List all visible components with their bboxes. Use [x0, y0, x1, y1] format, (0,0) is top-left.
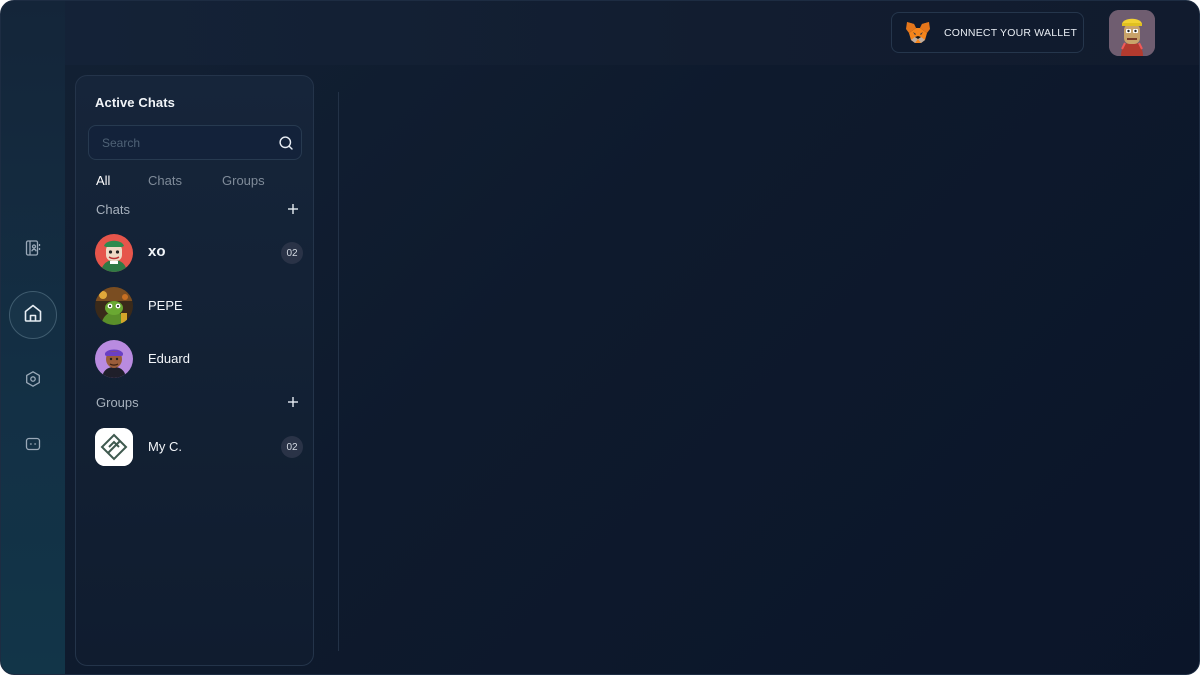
nav-messages-button[interactable]	[18, 431, 48, 461]
avatar	[95, 234, 133, 272]
chat-name: xo	[148, 243, 166, 260]
group-logo-icon	[95, 428, 133, 466]
add-chat-button[interactable]	[284, 200, 302, 218]
contacts-book-icon	[24, 239, 42, 262]
profile-avatar[interactable]	[1109, 10, 1155, 56]
search-input[interactable]	[102, 135, 272, 151]
chat-item-pepe[interactable]: PEPE	[95, 286, 303, 326]
panel-title: Active Chats	[95, 95, 175, 110]
panel-divider	[338, 92, 339, 651]
app-window: CONNECT YOUR WALLET Active Chats Search …	[0, 0, 1200, 675]
unread-badge: 02	[281, 242, 303, 264]
search-icon[interactable]	[278, 135, 294, 156]
plus-icon	[288, 204, 298, 214]
home-icon	[22, 302, 44, 329]
chat-name: PEPE	[148, 298, 183, 313]
chats-section-label: Chats	[96, 202, 130, 217]
tab-groups[interactable]: Groups	[222, 173, 265, 188]
avatar	[95, 340, 133, 378]
search-box[interactable]	[88, 125, 302, 160]
avatar	[95, 287, 133, 325]
nav-home-button[interactable]	[9, 291, 57, 339]
connect-wallet-button[interactable]: CONNECT YOUR WALLET	[891, 12, 1084, 53]
group-item-my-c[interactable]: My C. 02	[95, 427, 303, 467]
nav-contacts-button[interactable]	[18, 235, 48, 265]
chat-item-eduard[interactable]: Eduard	[95, 339, 303, 379]
nav-settings-button[interactable]	[18, 366, 48, 396]
tab-all[interactable]: All	[96, 173, 110, 188]
chats-section-header: Chats	[96, 202, 302, 220]
chat-name: Eduard	[148, 351, 190, 366]
chat-item-xo[interactable]: xo 02	[95, 233, 303, 273]
settings-hexagon-icon	[24, 370, 42, 393]
chat-bubble-icon	[24, 435, 42, 458]
groups-section-label: Groups	[96, 395, 139, 410]
connect-wallet-label: CONNECT YOUR WALLET	[944, 27, 1078, 39]
plus-icon	[288, 397, 298, 407]
conversation-area	[341, 65, 1199, 674]
tab-chats[interactable]: Chats	[148, 173, 182, 188]
metamask-fox-icon	[905, 21, 931, 50]
group-name: My C.	[148, 439, 182, 454]
add-group-button[interactable]	[284, 393, 302, 411]
active-chats-panel: Active Chats All Chats Groups Chats	[75, 75, 314, 666]
nav-rail	[1, 1, 65, 674]
unread-badge: 02	[281, 436, 303, 458]
groups-section-header: Groups	[96, 395, 302, 413]
